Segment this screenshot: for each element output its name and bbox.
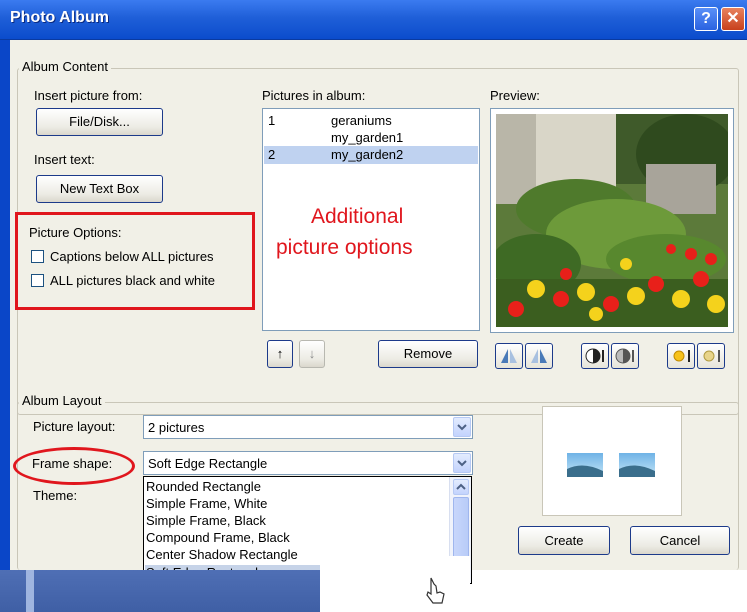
layout-preview [542,406,682,516]
contrast-up-button[interactable] [581,343,609,369]
list-item-number: 2 [268,147,276,162]
brightness-up-button[interactable] [667,343,695,369]
frame-shape-label: Frame shape: [32,456,113,471]
file-disk-button-label: File/Disk... [69,114,130,129]
black-white-checkbox-label[interactable]: ALL pictures black and white [50,273,215,288]
scroll-thumb[interactable] [453,497,469,561]
file-disk-button[interactable]: File/Disk... [36,108,163,136]
background-panel [26,570,34,612]
title-bar[interactable]: Photo Album ? ✕ [0,0,747,40]
help-button[interactable]: ? [694,7,718,31]
pictures-in-album-label: Pictures in album: [262,88,366,103]
insert-text-label: Insert text: [34,152,95,167]
dropdown-option[interactable]: Simple Frame, Black [146,513,266,528]
annotation-line-2: picture options [276,236,413,259]
chevron-down-icon [457,460,467,467]
insert-picture-label: Insert picture from: [34,88,143,103]
annotation-line-1: Additional [311,205,404,228]
rotate-right-icon [531,349,547,363]
brightness-down-icon [703,350,720,362]
cancel-button[interactable]: Cancel [630,526,730,555]
move-up-button[interactable]: ↑ [267,340,293,368]
remove-button[interactable]: Remove [378,340,478,368]
preview-frame [490,108,734,333]
window-title: Photo Album [10,9,109,26]
dialog-body: Album Content Insert picture from: File/… [10,40,747,584]
remove-button-label: Remove [403,346,453,361]
dropdown-option[interactable]: Center Shadow Rectangle [146,547,298,562]
captions-checkbox-label[interactable]: Captions below ALL pictures [50,249,214,264]
cancel-button-label: Cancel [659,533,701,548]
new-text-box-button-label: New Text Box [59,181,140,196]
album-content-legend: Album Content [19,59,111,74]
list-item[interactable]: my_garden2 [331,147,403,162]
contrast-up-icon [585,348,604,364]
contrast-down-button[interactable] [611,343,639,369]
picture-layout-select[interactable]: 2 pictures [143,415,473,439]
create-button-label: Create [544,533,584,548]
rotate-left-button[interactable] [495,343,523,369]
list-item[interactable]: geraniums [331,113,392,128]
close-button[interactable]: ✕ [721,7,745,31]
captions-checkbox[interactable] [31,250,44,263]
contrast-down-icon [615,348,634,364]
dropdown-option[interactable]: Rounded Rectangle [146,479,261,494]
preview-label: Preview: [490,88,540,103]
frame-shape-value: Soft Edge Rectangle [148,456,268,471]
list-item[interactable]: my_garden1 [331,130,403,145]
background-page [320,556,470,612]
dropdown-option[interactable]: Compound Frame, Black [146,530,290,545]
picture-layout-label: Picture layout: [33,419,116,434]
brightness-down-button[interactable] [697,343,725,369]
dropdown-option[interactable]: Simple Frame, White [146,496,267,511]
picture-layout-value: 2 pictures [148,420,205,435]
rotate-right-button[interactable] [525,343,553,369]
chevron-up-icon [456,483,466,490]
picture-layout-dropdown-arrow[interactable] [453,417,471,437]
create-button[interactable]: Create [518,526,610,555]
album-layout-legend: Album Layout [19,393,105,408]
black-white-checkbox[interactable] [31,274,44,287]
frame-shape-dropdown-arrow[interactable] [453,453,471,473]
close-icon: ✕ [726,10,740,27]
layout-preview-image [567,453,655,477]
chevron-down-icon [457,424,467,431]
new-text-box-button[interactable]: New Text Box [36,175,163,203]
frame-shape-select[interactable]: Soft Edge Rectangle [143,451,473,475]
pictures-listbox[interactable]: 1 geraniums my_garden1 2 my_garden2 Addi… [262,108,480,331]
window-left-border [0,40,10,612]
help-icon: ? [701,10,711,27]
list-item-number: 1 [268,113,276,128]
mouse-cursor-icon [426,577,445,604]
brightness-up-icon [673,350,690,362]
preview-image [496,114,728,327]
rotate-left-icon [501,349,517,363]
theme-label: Theme: [33,488,78,503]
move-down-button[interactable]: ↓ [299,340,325,368]
picture-options-label: Picture Options: [29,225,122,240]
scroll-up-button[interactable] [453,479,469,495]
